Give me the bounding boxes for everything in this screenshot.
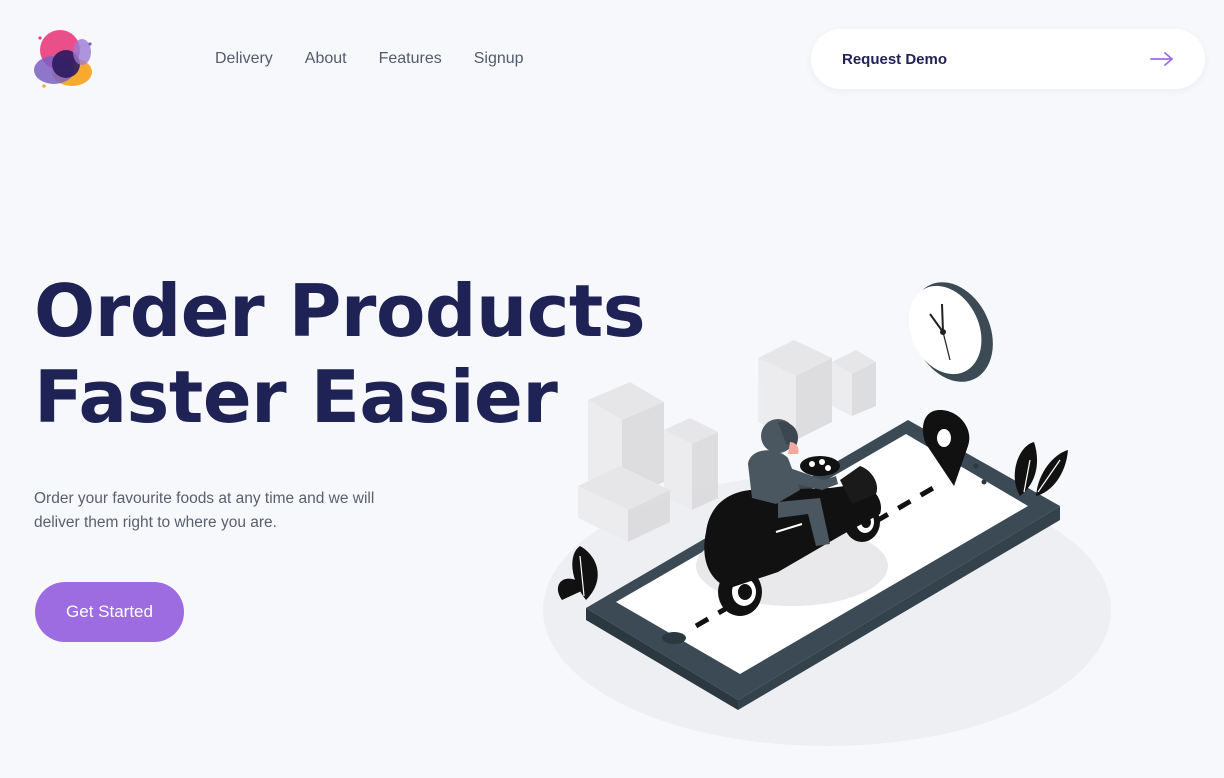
arrow-right-icon (1150, 52, 1173, 66)
plant-right-icon (1014, 442, 1068, 496)
petal-logo-icon (34, 30, 92, 88)
nav-link-delivery[interactable]: Delivery (215, 49, 273, 69)
main-nav: Delivery About Features Signup (215, 49, 556, 69)
request-demo-label: Request Demo (842, 50, 948, 68)
get-started-button[interactable]: Get Started (35, 582, 184, 642)
hero-subtitle: Order your favourite foods at any time a… (34, 490, 375, 531)
clock-icon (908, 282, 993, 382)
brand-logo[interactable] (32, 26, 96, 92)
delivery-illustration (543, 282, 1111, 746)
nav-link-features[interactable]: Features (379, 49, 442, 69)
nav-link-about[interactable]: About (305, 49, 347, 69)
nav-link-signup[interactable]: Signup (474, 49, 524, 69)
request-demo-button[interactable]: Request Demo (811, 29, 1205, 89)
